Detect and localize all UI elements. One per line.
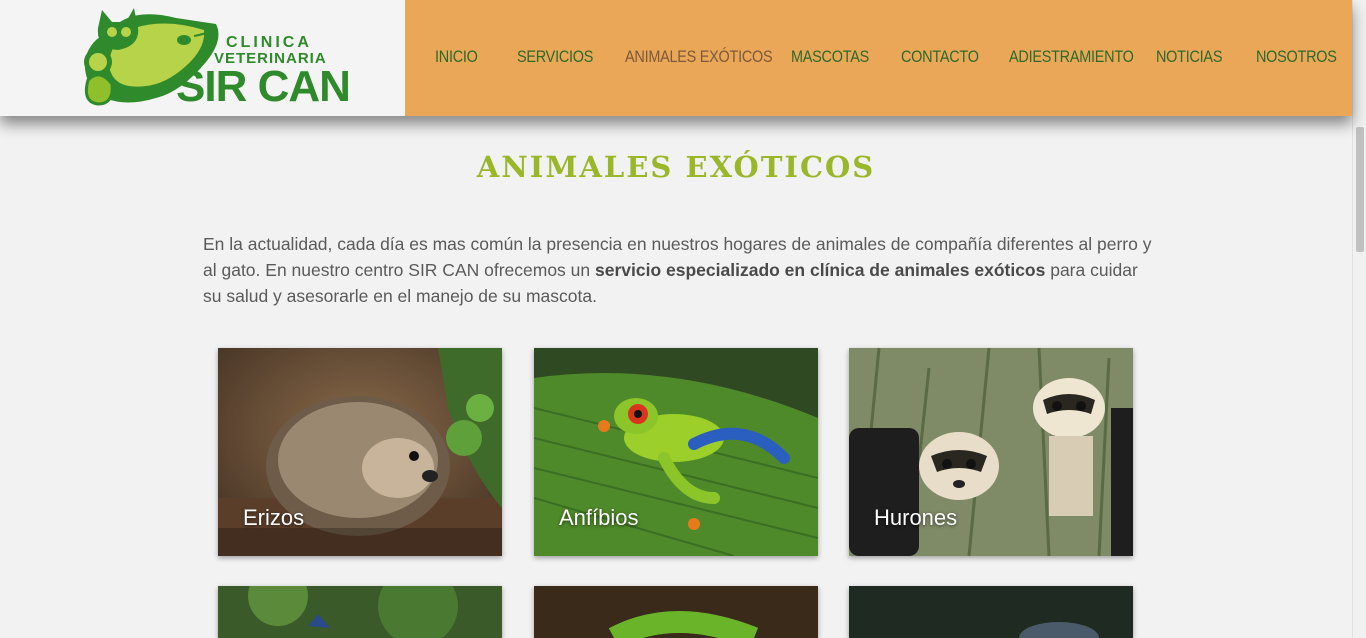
card-roedores[interactable] xyxy=(849,586,1133,638)
nav-item-servicios[interactable]: SERVICIOS xyxy=(517,47,593,67)
card-label: Anfíbios xyxy=(559,505,639,530)
logo-sircan-text: SIR CAN xyxy=(176,62,351,111)
intro-paragraph: En la actualidad, cada día es mas común … xyxy=(203,231,1153,309)
nav-item-contacto[interactable]: CONTACTO xyxy=(901,47,979,67)
nav-item-adiestramiento[interactable]: ADIESTRAMIENTO xyxy=(1009,47,1134,67)
nav-item-animales-exoticos[interactable]: ANIMALES EXÓTICOS xyxy=(625,47,773,67)
card-anfibios[interactable]: Anfíbios xyxy=(534,348,818,556)
dark-animal-photo xyxy=(849,586,1133,638)
nav-item-nosotros[interactable]: NOSOTROS xyxy=(1256,47,1337,67)
scrollbar-thumb[interactable] xyxy=(1356,127,1364,252)
card-label: Erizos xyxy=(243,505,305,530)
scrollbar[interactable] xyxy=(1352,0,1366,638)
card-reptiles[interactable] xyxy=(534,586,818,638)
main-nav: INICIO SERVICIOS ANIMALES EXÓTICOS MASCO… xyxy=(405,0,1352,116)
card-aves[interactable] xyxy=(218,586,502,638)
card-hurones[interactable]: Hurones xyxy=(849,348,1133,556)
logo[interactable]: CLINICA VETERINARIA SIR CAN xyxy=(0,0,405,116)
card-erizos[interactable]: Erizos xyxy=(218,348,502,556)
nav-item-inicio[interactable]: INICIO xyxy=(435,47,478,67)
intro-bold-text: servicio especializado en clínica de ani… xyxy=(595,260,1046,280)
page-title: ANIMALES EXÓTICOS xyxy=(476,150,876,184)
site-header: CLINICA VETERINARIA SIR CAN INICIO SERVI… xyxy=(0,0,1352,116)
bird-photo xyxy=(218,586,502,638)
nav-item-mascotas[interactable]: MASCOTAS xyxy=(791,47,869,67)
snake-photo xyxy=(534,586,818,638)
card-label: Hurones xyxy=(874,505,958,530)
nav-item-noticias[interactable]: NOTICIAS xyxy=(1156,47,1222,67)
